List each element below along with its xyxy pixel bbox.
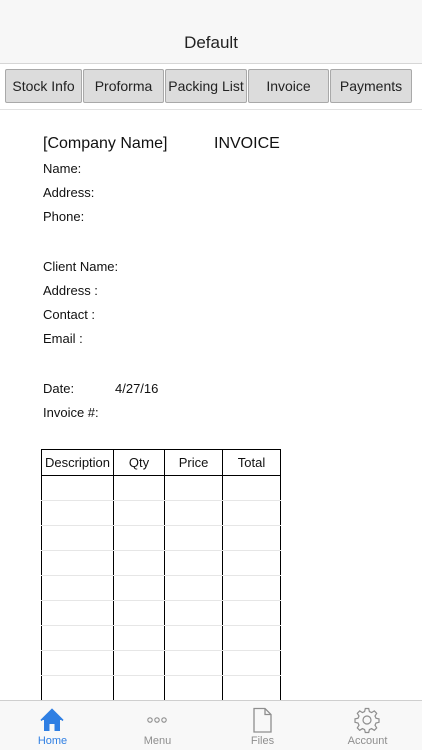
invoice-document: [Company Name] INVOICE Name: Address: Ph… — [0, 110, 422, 700]
table-cell[interactable] — [222, 625, 281, 651]
column-header-qty: Qty — [113, 449, 165, 476]
tab-invoice[interactable]: Invoice — [248, 69, 329, 103]
date-value: 4/27/16 — [115, 381, 159, 396]
table-row[interactable] — [41, 550, 281, 576]
company-address-label: Address: — [43, 185, 95, 200]
table-cell[interactable] — [222, 650, 281, 676]
table-row[interactable] — [41, 575, 281, 601]
table-cell[interactable] — [41, 475, 114, 501]
file-icon — [253, 707, 272, 733]
table-cell[interactable] — [164, 525, 223, 551]
table-cell[interactable] — [41, 550, 114, 576]
table-cell[interactable] — [41, 575, 114, 601]
client-contact-label: Contact : — [43, 307, 96, 322]
document-tabs: Stock Info Proforma Packing List Invoice… — [0, 64, 422, 110]
column-header-description: Description — [41, 449, 114, 476]
tab-files[interactable]: Files — [210, 701, 315, 750]
table-cell[interactable] — [113, 550, 165, 576]
table-cell[interactable] — [164, 600, 223, 626]
table-cell[interactable] — [113, 675, 165, 700]
date-label: Date: — [43, 381, 75, 396]
table-cell[interactable] — [41, 500, 114, 526]
tab-stock-info[interactable]: Stock Info — [5, 69, 82, 103]
table-cell[interactable] — [222, 500, 281, 526]
table-row[interactable] — [41, 525, 281, 551]
client-address-label: Address : — [43, 283, 98, 298]
company-name-label: Name: — [43, 161, 82, 176]
table-cell[interactable] — [41, 675, 114, 700]
table-cell[interactable] — [41, 625, 114, 651]
table-cell[interactable] — [113, 500, 165, 526]
table-cell[interactable] — [113, 650, 165, 676]
invoice-number-label: Invoice #: — [43, 405, 99, 420]
client-email-label: Email : — [43, 331, 83, 346]
table-cell[interactable] — [113, 625, 165, 651]
table-cell[interactable] — [164, 550, 223, 576]
table-header-row: Description Qty Price Total — [41, 449, 281, 476]
table-cell[interactable] — [41, 600, 114, 626]
table-cell[interactable] — [164, 650, 223, 676]
table-cell[interactable] — [222, 600, 281, 626]
table-row[interactable] — [41, 475, 281, 501]
tab-menu-label: Menu — [143, 735, 172, 747]
tab-home-label: Home — [37, 735, 68, 747]
tab-proforma[interactable]: Proforma — [83, 69, 164, 103]
table-cell[interactable] — [222, 675, 281, 700]
client-name-label: Client Name: — [43, 259, 119, 274]
company-phone-label: Phone: — [43, 209, 85, 224]
tab-account[interactable]: Account — [315, 701, 420, 750]
column-header-price: Price — [164, 449, 223, 476]
table-cell[interactable] — [222, 550, 281, 576]
table-cell[interactable] — [113, 600, 165, 626]
home-icon — [40, 708, 64, 731]
table-cell[interactable] — [222, 575, 281, 601]
table-cell[interactable] — [41, 525, 114, 551]
table-row[interactable] — [41, 675, 281, 700]
table-cell[interactable] — [164, 675, 223, 700]
table-row[interactable] — [41, 500, 281, 526]
table-row[interactable] — [41, 650, 281, 676]
table-cell[interactable] — [164, 500, 223, 526]
table-cell[interactable] — [164, 475, 223, 501]
tab-files-label: Files — [250, 735, 275, 747]
tab-home[interactable]: Home — [0, 701, 105, 750]
table-cell[interactable] — [164, 625, 223, 651]
table-row[interactable] — [41, 625, 281, 651]
gear-icon — [354, 707, 380, 734]
invoice-items-table: Description Qty Price Total — [41, 449, 281, 700]
table-cell[interactable] — [222, 475, 281, 501]
tab-payments[interactable]: Payments — [330, 69, 412, 103]
table-cell[interactable] — [113, 525, 165, 551]
table-cell[interactable] — [41, 650, 114, 676]
table-cell[interactable] — [113, 575, 165, 601]
bottom-tab-bar: Home Menu Files Account — [0, 700, 422, 750]
tab-packing-list[interactable]: Packing List — [165, 69, 247, 103]
more-dots-icon — [147, 717, 167, 723]
tab-account-label: Account — [347, 735, 388, 747]
invoice-heading: INVOICE — [214, 135, 280, 152]
table-cell[interactable] — [222, 525, 281, 551]
tab-menu[interactable]: Menu — [105, 701, 210, 750]
company-name: [Company Name] — [43, 135, 168, 152]
navigation-bar: Default — [0, 0, 422, 64]
table-cell[interactable] — [113, 475, 165, 501]
table-cell[interactable] — [164, 575, 223, 601]
nav-title: Default — [184, 33, 238, 52]
table-row[interactable] — [41, 600, 281, 626]
column-header-total: Total — [222, 449, 281, 476]
